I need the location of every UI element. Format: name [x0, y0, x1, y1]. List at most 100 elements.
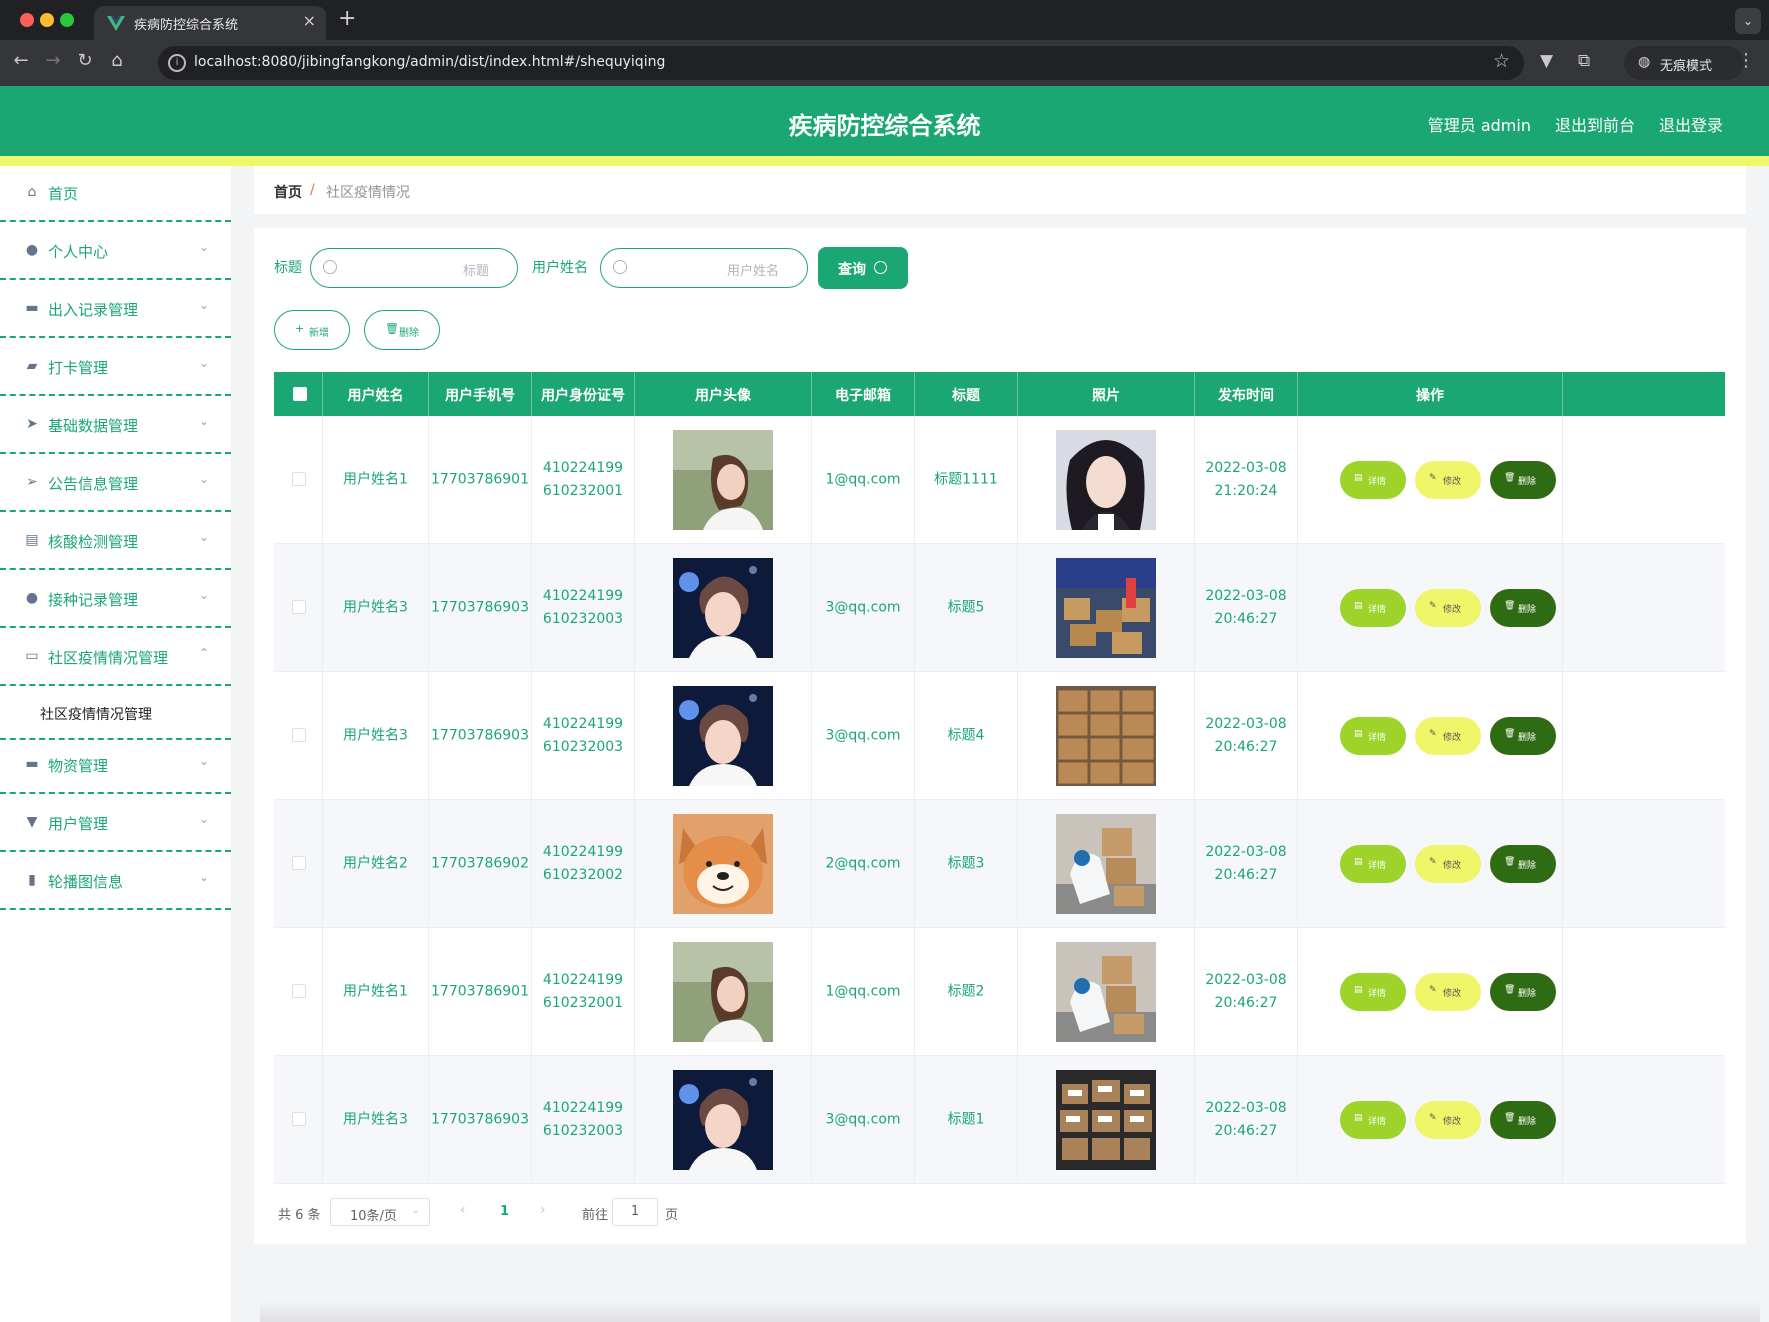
delete-button[interactable]: 🗑 删除	[1490, 589, 1556, 627]
detail-button[interactable]: ▤ 详情	[1340, 717, 1406, 755]
document-icon: ▤	[1354, 985, 1363, 995]
next-page-icon[interactable]: ›	[540, 1202, 546, 1218]
browser-menu-icon[interactable]: ⋮	[1737, 50, 1755, 71]
row-checkbox[interactable]	[292, 472, 306, 486]
table-row: 用户姓名2 17703786902 410224199610232002 2@qq.c…	[274, 800, 1725, 928]
query-button[interactable]: 查询	[818, 247, 908, 289]
edit-button[interactable]: ✎ 修改	[1415, 1101, 1481, 1139]
edit-button[interactable]: ✎ 修改	[1415, 845, 1481, 883]
sidebar-item[interactable]: ● 接种记录管理 ⌄	[0, 572, 231, 628]
logout-link[interactable]: 退出登录	[1659, 112, 1723, 136]
goto-page-input[interactable]: 1	[612, 1198, 658, 1226]
chevron-down-icon: ⌄	[198, 414, 209, 428]
detail-button[interactable]: ▤ 详情	[1340, 845, 1406, 883]
bookmark-star-icon[interactable]: ☆	[1493, 50, 1510, 72]
admin-user-link[interactable]: 管理员 admin	[1428, 112, 1531, 136]
sidebar-item[interactable]: ➢ 公告信息管理 ⌄	[0, 456, 231, 512]
delete-button[interactable]: 🗑 删除	[1490, 1101, 1556, 1139]
row-checkbox[interactable]	[292, 1112, 306, 1126]
browser-tab[interactable]: 疾病防控综合系统 ×	[94, 6, 326, 40]
photo-boxes-stack[interactable]	[1056, 686, 1156, 786]
photo-boxes-tent[interactable]	[1056, 558, 1156, 658]
window-close-button[interactable]	[20, 13, 34, 27]
page-size-select[interactable]: 10条/页 ⌄	[330, 1198, 430, 1226]
edit-button[interactable]: ✎ 修改	[1415, 589, 1481, 627]
window-minimize-button[interactable]	[40, 13, 54, 27]
add-button[interactable]: + 新增	[274, 310, 350, 350]
sidebar-item[interactable]: ▬ 物资管理 ⌄	[0, 738, 231, 794]
delete-button-label: 删除	[1518, 861, 1537, 871]
avatar-boy[interactable]	[673, 1070, 773, 1170]
detail-button[interactable]: ▤ 详情	[1340, 973, 1406, 1011]
vue-devtools-icon[interactable]: ▼	[1540, 51, 1553, 71]
title-search-input[interactable]: 标题	[310, 248, 518, 288]
avatar-girl[interactable]	[673, 942, 773, 1042]
detail-button[interactable]: ▤ 详情	[1340, 589, 1406, 627]
name-search-placeholder: 用户姓名	[726, 264, 779, 279]
page-number-current[interactable]: 1	[500, 1204, 509, 1219]
back-icon[interactable]: ←	[8, 50, 34, 71]
edit-button[interactable]: ✎ 修改	[1415, 973, 1481, 1011]
breadcrumb-home[interactable]: 首页	[274, 182, 302, 202]
batch-delete-button[interactable]: 🗑 删除	[364, 310, 440, 350]
forward-icon[interactable]: →	[40, 50, 66, 71]
edit-button[interactable]: ✎ 修改	[1415, 461, 1481, 499]
url-text[interactable]: localhost:8080/jibingfangkong/admin/dist…	[194, 54, 665, 70]
new-tab-icon[interactable]: +	[338, 6, 356, 31]
site-info-icon[interactable]: i	[168, 54, 186, 72]
sidebar-item[interactable]: ● 个人中心 ⌄	[0, 224, 231, 280]
detail-button[interactable]: ▤ 详情	[1340, 461, 1406, 499]
detail-button-label: 详情	[1368, 733, 1387, 743]
trash-icon: 🗑	[385, 322, 399, 335]
reload-icon[interactable]: ↻	[72, 50, 98, 71]
delete-button[interactable]: 🗑 删除	[1490, 973, 1556, 1011]
email-cell: 3@qq.com	[812, 544, 915, 672]
tab-search-icon[interactable]: ⌄	[1735, 8, 1761, 34]
name-text: 用户姓名3	[343, 599, 408, 616]
row-checkbox[interactable]	[292, 728, 306, 742]
photo-boxes-dark[interactable]	[1056, 1070, 1156, 1170]
exit-to-front-link[interactable]: 退出到前台	[1555, 112, 1635, 136]
sidebar-item[interactable]: ▬ 出入记录管理 ⌄	[0, 282, 231, 338]
avatar-dog[interactable]	[673, 814, 773, 914]
select-all-checkbox[interactable]	[274, 372, 323, 416]
sidebar-item[interactable]: ➤ 基础数据管理 ⌄	[0, 398, 231, 454]
detail-button[interactable]: ▤ 详情	[1340, 1101, 1406, 1139]
avatar-boy[interactable]	[673, 686, 773, 786]
row-checkbox[interactable]	[292, 984, 306, 998]
sidebar-item[interactable]: ▮ 轮播图信息 ⌄	[0, 854, 231, 910]
photo-worker[interactable]	[1056, 814, 1156, 914]
sidebar-item[interactable]: ▭ 社区疫情情况管理 ⌃	[0, 630, 231, 686]
document-icon: ▤	[1354, 857, 1363, 867]
title-cell: 标题5	[915, 544, 1018, 672]
address-bar[interactable]: i localhost:8080/jibingfangkong/admin/di…	[158, 46, 1524, 80]
time-text: 2022-03-08 20:46:27	[1205, 972, 1287, 1011]
prev-page-icon[interactable]: ‹	[460, 1202, 466, 1218]
sidebar-subitem[interactable]: 社区疫情情况管理	[0, 688, 231, 740]
sidebar-item[interactable]: ⌂ 首页	[0, 166, 231, 222]
row-checkbox[interactable]	[292, 600, 306, 614]
incognito-indicator[interactable]: ◍ 无痕模式	[1624, 46, 1744, 80]
sidebar-item[interactable]: ▤ 核酸检测管理 ⌄	[0, 514, 231, 570]
delete-button[interactable]: 🗑 删除	[1490, 461, 1556, 499]
edit-button[interactable]: ✎ 修改	[1415, 717, 1481, 755]
delete-button[interactable]: 🗑 删除	[1490, 845, 1556, 883]
extensions-icon[interactable]: ⧉	[1578, 51, 1590, 71]
id_card-cell: 410224199610232002	[532, 800, 635, 928]
window-maximize-button[interactable]	[60, 13, 74, 27]
sidebar-item[interactable]: ▰ 打卡管理 ⌄	[0, 340, 231, 396]
home-icon[interactable]: ⌂	[104, 50, 130, 71]
tab-close-icon[interactable]: ×	[303, 11, 316, 30]
avatar-girl[interactable]	[673, 430, 773, 530]
photo-portrait[interactable]	[1056, 430, 1156, 530]
sidebar: ⌂ 首页 ● 个人中心 ⌄ ▬ 出入记录管理 ⌄ ▰ 打卡管理 ⌄ ➤ 基础数据管理 ⌄ ➢ 公告信息管理 ⌄ ▤…	[0, 166, 231, 1322]
row-checkbox[interactable]	[292, 856, 306, 870]
delete-button[interactable]: 🗑 删除	[1490, 717, 1556, 755]
photo-worker[interactable]	[1056, 942, 1156, 1042]
avatar-boy[interactable]	[673, 558, 773, 658]
name-search-label: 用户姓名	[532, 260, 588, 276]
sidebar-item[interactable]: ▼ 用户管理 ⌄	[0, 796, 231, 852]
document-icon: ▤	[1354, 729, 1363, 739]
name-search-input[interactable]: 用户姓名	[600, 248, 808, 288]
checkbox-icon[interactable]	[293, 387, 307, 401]
